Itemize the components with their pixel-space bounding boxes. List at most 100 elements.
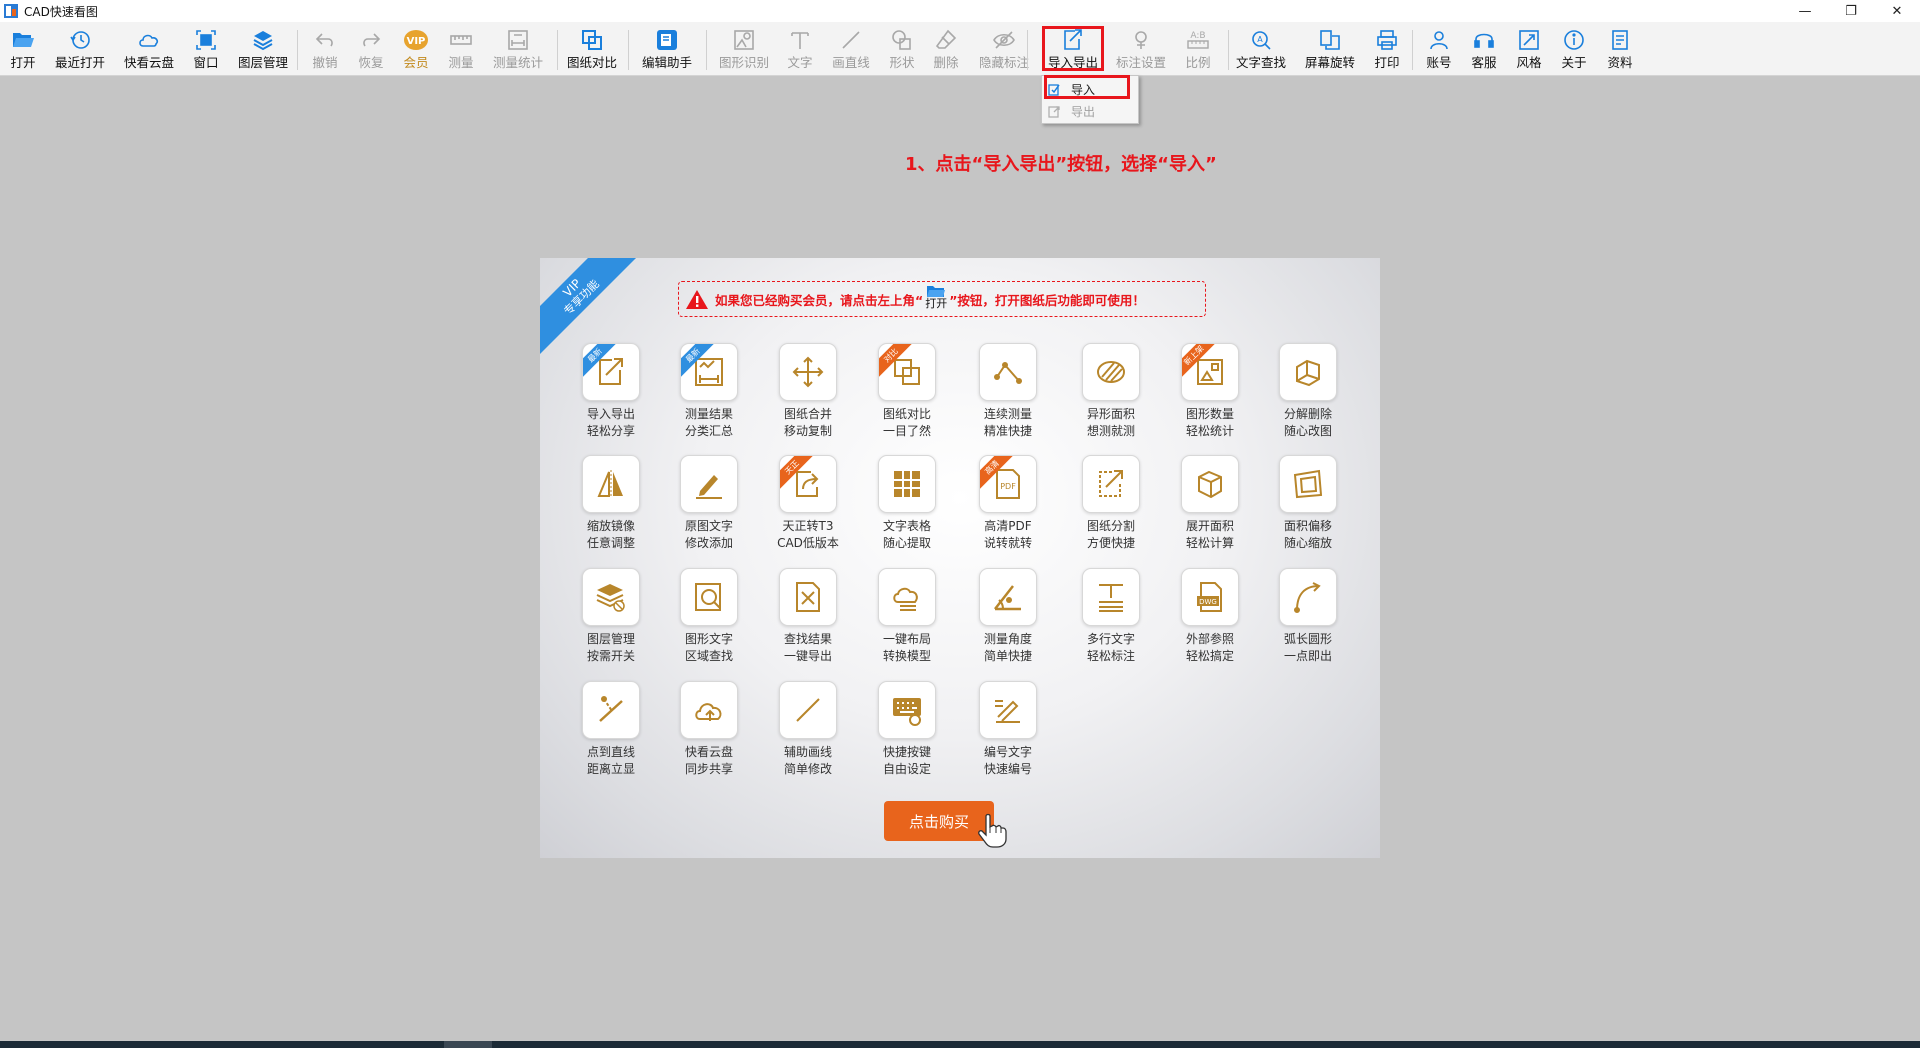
feature-item[interactable]: 编号文字 快速编号: [958, 681, 1058, 789]
move-arrows-icon: [791, 355, 825, 389]
feature-label: 导入导出 轻松分享: [586, 407, 635, 438]
toolbar-button-text-search[interactable]: A 文字查找: [1221, 22, 1301, 76]
hide-eye-icon: [991, 27, 1017, 53]
menu-item-label: 导出: [1071, 104, 1096, 119]
feature-tile: [979, 343, 1037, 401]
feature-item[interactable]: 展开面积 轻松计算: [1160, 455, 1260, 563]
toolbar-button-label: 窗口: [193, 55, 219, 70]
feature-tile: [1082, 343, 1140, 401]
toolbar-button-compare[interactable]: 图纸对比: [552, 22, 632, 76]
feature-item[interactable]: 图层管理 按需开关: [561, 568, 661, 676]
feature-item[interactable]: 查找结果 一键导出: [758, 568, 858, 676]
feature-item[interactable]: 图纸分割 方便快捷: [1061, 455, 1161, 563]
import-export-highlight: [1042, 26, 1104, 71]
feature-tile: [878, 568, 936, 626]
feature-tile: [1082, 455, 1140, 513]
feature-item[interactable]: 新上架 图形数量 轻松统计: [1160, 343, 1260, 451]
feature-tile: [680, 455, 738, 513]
feature-item[interactable]: 一键布局 转换模型: [857, 568, 957, 676]
feature-item[interactable]: 最新 导入导出 轻松分享: [561, 343, 661, 451]
feature-label: 天正转T3 CAD低版本: [777, 519, 839, 550]
feature-item[interactable]: 异形面积 想测就测: [1061, 343, 1161, 451]
toolbar-button-hide-eye[interactable]: 隐藏标注: [964, 22, 1044, 76]
table-extract-icon: [890, 467, 924, 501]
feature-label: 图形文字 区域查找: [684, 632, 733, 663]
feature-item[interactable]: 弧长圆形 一点即出: [1258, 568, 1358, 676]
feature-item[interactable]: 图纸合并 移动复制: [758, 343, 858, 451]
unfold-area-icon: [1193, 467, 1227, 501]
feature-item[interactable]: 连续测量 精准快捷: [958, 343, 1058, 451]
toolbar-separator: [1228, 30, 1229, 70]
svg-text:A: A: [1257, 35, 1263, 44]
feature-item[interactable]: 天正 天正转T3 CAD低版本: [758, 455, 858, 563]
point-line-icon: [594, 693, 628, 727]
toolbar-separator: [628, 30, 629, 70]
feature-item[interactable]: 图形文字 区域查找: [659, 568, 759, 676]
feature-label: 连续测量 精准快捷: [983, 407, 1032, 438]
feature-item[interactable]: 文字表格 随心提取: [857, 455, 957, 563]
toolbar-button-label: 隐藏标注: [978, 55, 1029, 70]
feature-label: 多行文字 轻松标注: [1086, 632, 1135, 663]
feature-label: 高清PDF 说转就转: [983, 519, 1032, 550]
vip-notice: 如果您已经购买会员，请点击左上角“ 打开 ”按钮，打开图纸后功能即可使用！: [678, 281, 1206, 317]
toolbar-button-label: 打开: [10, 55, 36, 70]
feature-label: 异形面积 想测就测: [1086, 407, 1135, 438]
feature-label: 编号文字 快速编号: [983, 745, 1032, 776]
number-text-icon: [991, 693, 1025, 727]
line-icon: [838, 27, 864, 53]
feature-tile: [680, 568, 738, 626]
feature-tile: [680, 681, 738, 739]
feature-item[interactable]: 快捷按键 自由设定: [857, 681, 957, 789]
feature-item[interactable]: 最新 测量结果 分类汇总: [659, 343, 759, 451]
feature-item[interactable]: 缩放镜像 任意调整: [561, 455, 661, 563]
toolbar-button-label: 测量: [448, 55, 474, 70]
polyline-measure-icon: [991, 355, 1025, 389]
feature-tile: [1181, 455, 1239, 513]
feature-label: 展开面积 轻松计算: [1185, 519, 1234, 550]
feature-tile: [779, 343, 837, 401]
toolbar-separator: [297, 30, 298, 70]
feature-label: 测量角度 简单快捷: [983, 632, 1032, 663]
feature-item[interactable]: 原图文字 修改添加: [659, 455, 759, 563]
title-bar: CAD快速看图 — ❐ ✕: [0, 0, 1920, 22]
feature-item[interactable]: 测量角度 简单快捷: [958, 568, 1058, 676]
shape-recognize-icon: [731, 27, 757, 53]
feature-label: 辅助画线 简单修改: [783, 745, 832, 776]
draw-line-icon: [791, 693, 825, 727]
feature-item[interactable]: 对比 图纸对比 一目了然: [857, 343, 957, 451]
feature-item[interactable]: 辅助画线 简单修改: [758, 681, 858, 789]
toolbar-button-history[interactable]: 最近打开: [40, 22, 120, 76]
feature-tile: [582, 568, 640, 626]
taskbar-item[interactable]: [444, 1041, 492, 1048]
toolbar-button-document[interactable]: 资料: [1580, 22, 1660, 76]
toolbar-button-measure-stats[interactable]: 测量统计: [478, 22, 558, 76]
menu-item-export[interactable]: 导出: [1042, 100, 1138, 122]
toolbar-separator: [1412, 30, 1413, 70]
close-button[interactable]: ✕: [1874, 0, 1920, 22]
app-logo-icon: [3, 3, 19, 19]
layers-icon: [594, 580, 628, 614]
feature-label: 原图文字 修改添加: [684, 519, 733, 550]
feature-item[interactable]: 多行文字 轻松标注: [1061, 568, 1161, 676]
feature-item[interactable]: DWG 外部参照 轻松搞定: [1160, 568, 1260, 676]
measure-stats-icon: [505, 27, 531, 53]
toolbar-button-label: 比例: [1185, 55, 1211, 70]
feature-item[interactable]: 快看云盘 同步共享: [659, 681, 759, 789]
toolbar-button-label: 图纸对比: [566, 55, 617, 70]
restore-button[interactable]: ❐: [1828, 0, 1874, 22]
feature-tile: [1279, 568, 1337, 626]
minimize-button[interactable]: —: [1782, 0, 1828, 22]
toolbar-button-edit-assistant[interactable]: 编辑助手: [627, 22, 707, 76]
taskbar-strip: [0, 1041, 1920, 1048]
feature-item[interactable]: 分解删除 随心改图: [1258, 343, 1358, 451]
export-results-icon: [791, 580, 825, 614]
split-drawing-icon: [1094, 467, 1128, 501]
feature-item[interactable]: 点到直线 距离立显: [561, 681, 661, 789]
feature-item[interactable]: 面积偏移 随心缩放: [1258, 455, 1358, 563]
feature-item[interactable]: PDF 高清 高清PDF 说转就转: [958, 455, 1058, 563]
dwg-reference-icon: DWG: [1193, 580, 1227, 614]
export-icon: [1047, 104, 1061, 118]
toolbar-button-label: 测量统计: [492, 55, 543, 70]
feature-label: 图纸对比 一目了然: [882, 407, 931, 438]
feature-tile: 新上架: [1181, 343, 1239, 401]
